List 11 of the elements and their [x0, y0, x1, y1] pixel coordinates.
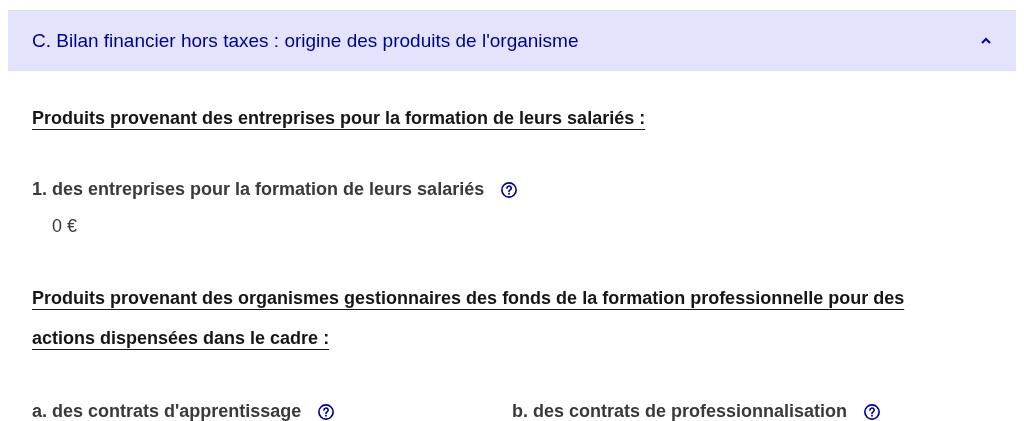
field-value: 0 €	[52, 215, 79, 238]
help-icon[interactable]	[863, 402, 882, 421]
section-heading: Produits provenant des organismes gestionnaires des fonds de la formation professionnelle pour des actions dispensées dans le cadre :	[32, 287, 906, 350]
help-icon[interactable]	[317, 402, 336, 421]
accordion-header[interactable]: C. Bilan financier hors taxes : origine des produits de l'organisme	[8, 10, 1016, 71]
section-heading: Produits provenant des entreprises pour la formation de leurs salariés :	[32, 107, 647, 130]
field-label: b. des contrats de professionnalisation	[512, 400, 848, 421]
help-icon[interactable]	[500, 180, 519, 199]
chevron-up-icon	[980, 37, 992, 45]
field-label: 1. des entreprises pour la formation de leurs salariés	[32, 178, 485, 201]
field-label: a. des contrats d'apprentissage	[32, 400, 302, 421]
